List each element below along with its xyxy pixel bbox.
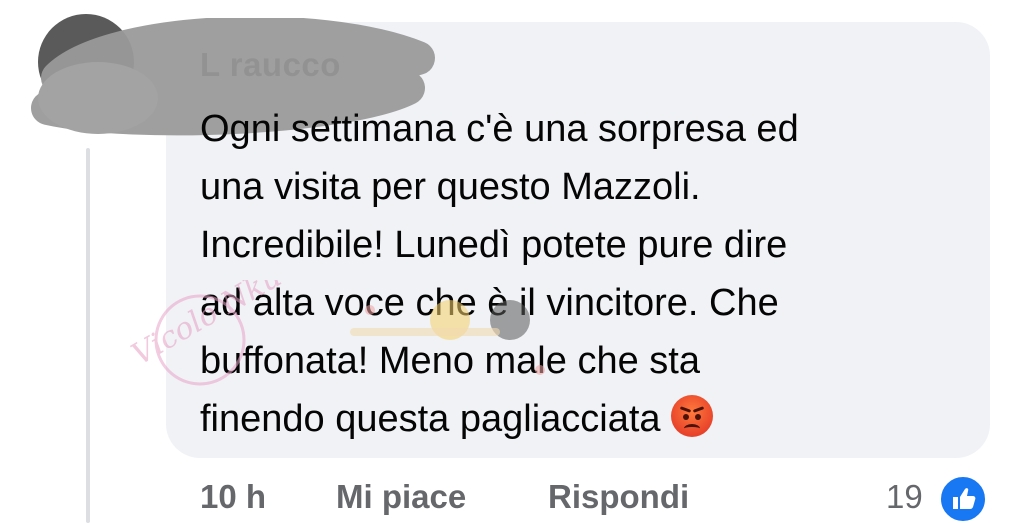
thread-line bbox=[86, 148, 90, 523]
comment-line: ad alta voce che è il vincitore. Che bbox=[200, 282, 779, 324]
like-button[interactable]: Mi piace bbox=[336, 478, 466, 516]
like-thumb-icon[interactable] bbox=[938, 474, 988, 523]
comment-line: una visita per questo Mazzoli. bbox=[200, 166, 701, 208]
timestamp[interactable]: 10 h bbox=[200, 478, 266, 516]
comment-text: Ogni settimana c'è una sorpresa ed una v… bbox=[200, 100, 960, 448]
angry-face-icon bbox=[670, 395, 713, 437]
reaction-count[interactable]: 19 bbox=[886, 478, 923, 516]
reply-button[interactable]: Rispondi bbox=[548, 478, 689, 516]
comment-line: Ogni settimana c'è una sorpresa ed bbox=[200, 108, 799, 150]
comment-line: finendo questa pagliacciata bbox=[200, 390, 960, 448]
comment-line-text: finendo questa pagliacciata bbox=[200, 398, 661, 440]
comment-screen: L raucco Ogni settimana c'è una sorpresa… bbox=[0, 0, 1024, 523]
comment-line: Incredibile! Lunedì potete pure dire bbox=[200, 224, 788, 266]
comment-line: buffonata! Meno male che sta bbox=[200, 340, 700, 382]
